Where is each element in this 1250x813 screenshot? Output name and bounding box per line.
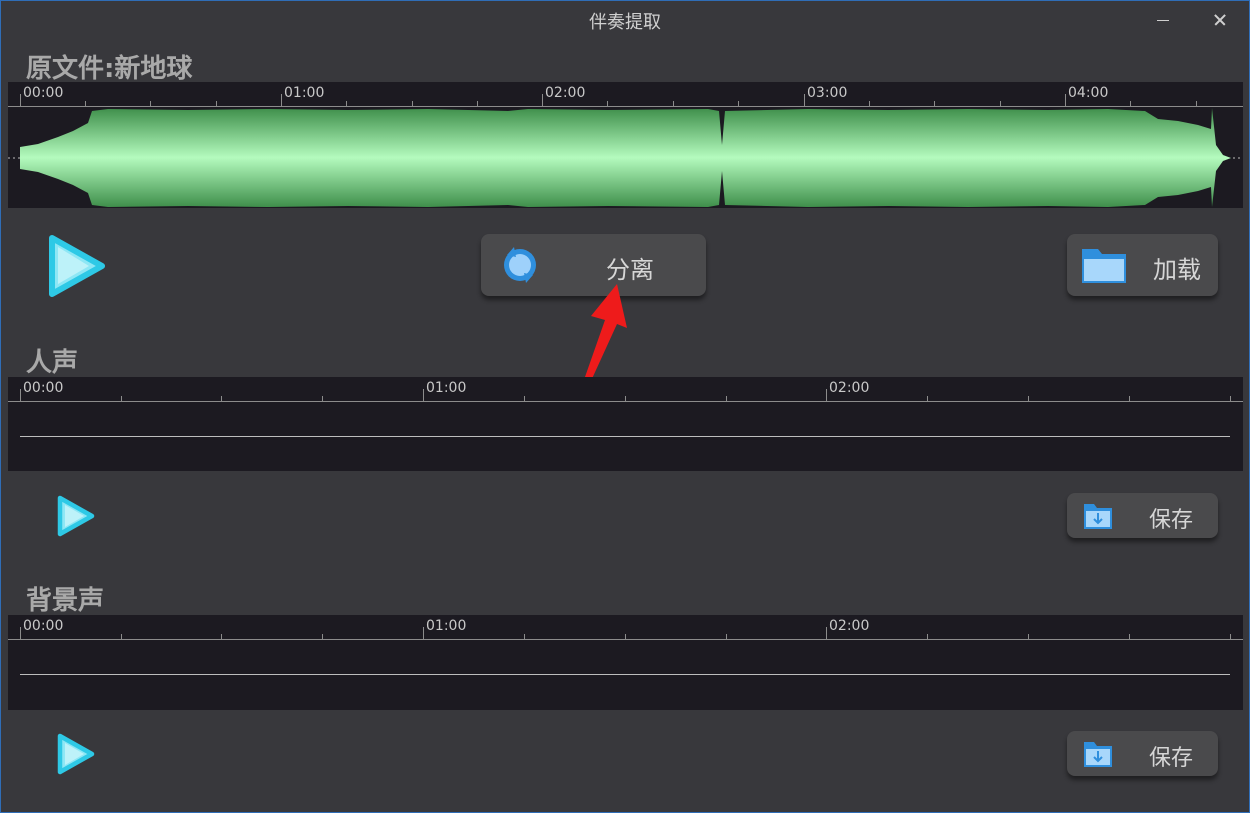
ruler-tick [477,101,478,106]
ruler-tick-label: 00:00 [23,380,64,396]
ruler-tick [1065,94,1066,106]
background-waveform-track[interactable]: 00:00 01:00 02:00 [8,615,1243,710]
title-bar: 伴奏提取 [0,0,1250,40]
background-save-button[interactable]: 保存 [1067,731,1218,776]
ruler-tick [542,94,543,106]
vocal-waveform-track[interactable]: 00:00 01:00 02:00 [8,377,1243,471]
ruler-tick [726,634,727,639]
refresh-icon [504,247,536,283]
ruler-tick-label: 01:00 [426,618,467,634]
ruler-tick [1000,101,1001,106]
ruler-tick [524,634,525,639]
ruler-tick-label: 01:00 [426,380,467,396]
waveform-baseline [20,674,1230,675]
vocal-save-button[interactable]: 保存 [1067,493,1218,538]
background-save-label: 保存 [1149,746,1194,771]
vocal-label: 人声 [26,348,79,378]
ruler-tick [346,101,347,106]
ruler-tick [927,634,928,639]
ruler-tick [281,94,282,106]
ruler-tick [934,101,935,106]
ruler-tick [826,627,827,639]
ruler-tick [625,396,626,401]
background-timeline-ruler: 00:00 01:00 02:00 [8,615,1243,640]
ruler-tick [221,634,222,639]
ruler-tick-label: 03:00 [807,85,848,101]
background-label: 背景声 [26,586,105,616]
waveform-baseline [20,436,1230,437]
ruler-tick [673,101,674,106]
ruler-tick [322,396,323,401]
ruler-tick [121,396,122,401]
vocal-play-button[interactable] [55,494,97,542]
ruler-tick [322,634,323,639]
ruler-tick [121,634,122,639]
play-icon [49,235,105,297]
ruler-tick [1129,396,1130,401]
background-play-button[interactable] [55,732,97,780]
play-icon [57,495,95,537]
ruler-tick [625,634,626,639]
ruler-tick [1130,101,1131,106]
folder-download-icon [1084,742,1112,767]
ruler-tick [20,94,21,106]
minimize-button[interactable] [1150,8,1176,32]
vocal-save-label: 保存 [1149,508,1194,533]
ruler-tick-label: 02:00 [829,380,870,396]
ruler-tick-label: 01:00 [284,85,325,101]
folder-icon [1082,249,1126,283]
ruler-tick [726,396,727,401]
ruler-tick [412,101,413,106]
window-title: 伴奏提取 [589,12,661,33]
close-button[interactable] [1207,8,1233,32]
ruler-tick [216,101,217,106]
ruler-tick-label: 00:00 [23,85,64,101]
ruler-tick [85,101,86,106]
ruler-tick [738,101,739,106]
ruler-tick [1230,396,1231,401]
ruler-tick-label: 00:00 [23,618,64,634]
ruler-tick [607,101,608,106]
ruler-tick [20,627,21,639]
ruler-tick [826,389,827,401]
ruler-tick [20,389,21,401]
ruler-tick-label: 02:00 [545,85,586,101]
load-button-label: 加载 [1153,256,1201,284]
ruler-tick [1196,101,1197,106]
ruler-tick [423,389,424,401]
ruler-tick [423,627,424,639]
ruler-tick [150,101,151,106]
ruler-tick-label: 04:00 [1068,85,1109,101]
original-file-label: 原文件:新地球 [26,54,193,84]
ruler-tick [221,396,222,401]
ruler-tick [1129,634,1130,639]
ruler-tick [869,101,870,106]
original-play-button[interactable] [46,234,108,302]
folder-download-icon [1084,504,1112,529]
ruler-tick [1028,634,1029,639]
vocal-timeline-ruler: 00:00 01:00 02:00 [8,377,1243,402]
ruler-tick [524,396,525,401]
ruler-tick-label: 02:00 [829,618,870,634]
waveform [8,108,1243,207]
load-button[interactable]: 加载 [1067,234,1218,296]
ruler-tick [1028,396,1029,401]
ruler-tick [804,94,805,106]
play-icon [57,733,95,775]
original-waveform-track[interactable]: 00:00 01:00 02:00 03:00 04:00 [8,82,1243,208]
ruler-tick [1230,634,1231,639]
ruler-tick [927,396,928,401]
original-timeline-ruler: 00:00 01:00 02:00 03:00 04:00 [8,82,1243,107]
